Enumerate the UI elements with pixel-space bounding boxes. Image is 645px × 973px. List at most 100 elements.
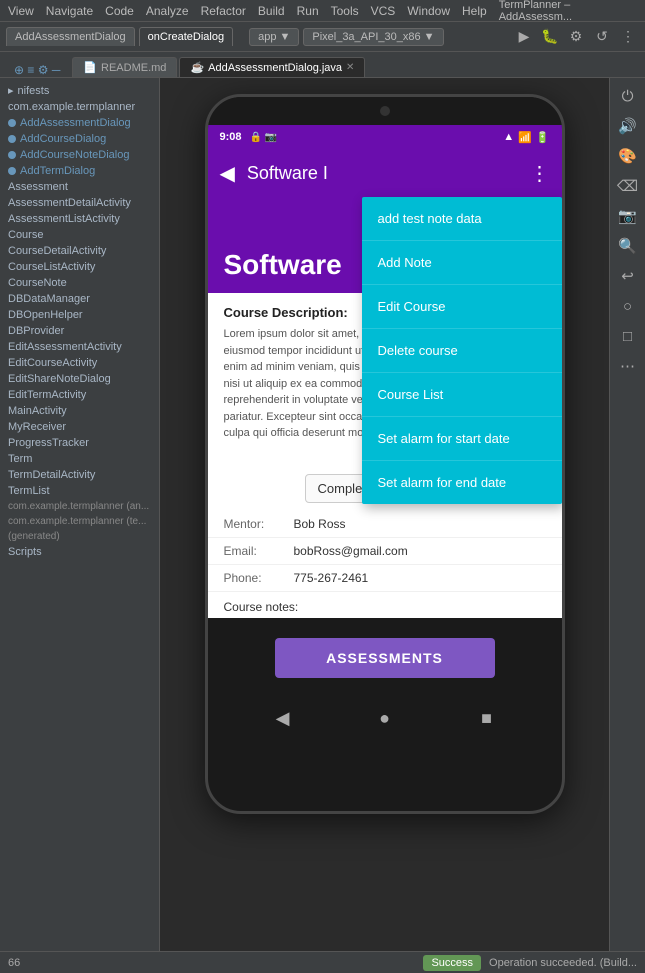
sidebar-item-add-course[interactable]: AddCourseDialog [0,131,159,147]
menu-item-alarm-end[interactable]: Set alarm for end date [362,461,562,504]
volume-button[interactable]: 🔊 [614,112,642,140]
ide-title: TermPlanner – AddAssessm... [499,0,637,23]
sidebar-item-add-assessment[interactable]: AddAssessmentDialog [0,115,159,131]
menu-item-add-note[interactable]: Add Note [362,241,562,285]
menu-build[interactable]: Build [258,4,285,18]
phone-notch [208,97,562,125]
sidebar-item-edit-term[interactable]: EditTermActivity [0,387,159,403]
sidebar-item-scripts[interactable]: Scripts [0,544,159,560]
more-run-btn[interactable]: ⋮ [617,26,639,48]
status-icons: 🔒 📷 [250,132,278,143]
sidebar-item-course-list[interactable]: CourseListActivity [0,259,159,275]
sidebar-item-course-detail[interactable]: CourseDetailActivity [0,243,159,259]
menu-tools[interactable]: Tools [331,4,359,18]
sidebar-item-my-receiver[interactable]: MyReceiver [0,419,159,435]
screenshot-button[interactable]: 📷 [614,202,642,230]
sidebar-item-db-open[interactable]: DBOpenHelper [0,307,159,323]
class-dot-icon [8,119,16,127]
mentor-row: Mentor: Bob Ross [208,511,562,538]
square-button[interactable]: □ [614,322,642,350]
sidebar-item-course-note[interactable]: CourseNote [0,275,159,291]
class-dot-icon [8,135,16,143]
sidebar-item-term-list[interactable]: TermList [0,483,159,499]
menu-view[interactable]: View [8,4,34,18]
close-icon[interactable]: ✕ [346,62,354,73]
sidebar-item-assessment-list[interactable]: AssessmentListActivity [0,211,159,227]
phone-mockup: 9:08 🔒 📷 ▲ 📶 🔋 ◀ Software I ⋮ add test n… [205,94,565,814]
device-dropdown[interactable]: Pixel_3a_API_30_x86 ▼ [303,28,443,46]
ide-toolbar: AddAssessmentDialog onCreateDialog app ▼… [0,22,645,52]
sidebar-item-db-data[interactable]: DBDataManager [0,291,159,307]
run-button[interactable]: ▶ [513,26,535,48]
sidebar-item-assessment[interactable]: Assessment [0,179,159,195]
mentor-value: Bob Ross [294,517,346,531]
class-dot-icon [8,151,16,159]
rotate-left-button[interactable]: ↩ [614,262,642,290]
sidebar-item-edit-assessment[interactable]: EditAssessmentActivity [0,339,159,355]
debug-button[interactable]: 🐛 [539,26,561,48]
toolbar-tab-on-create[interactable]: onCreateDialog [139,27,233,46]
menu-run[interactable]: Run [297,4,319,18]
file-icon: 📄 [83,61,97,74]
menu-item-add-test-note[interactable]: add test note data [362,197,562,241]
sidebar-item-generated[interactable]: (generated) [0,529,159,544]
sidebar-item-manifests[interactable]: ▸ nifests [0,82,159,99]
sidebar-item-assessment-detail[interactable]: AssessmentDetailActivity [0,195,159,211]
build-button[interactable]: ⚙ [565,26,587,48]
menu-help[interactable]: Help [462,4,487,18]
nav-recent-button[interactable]: ■ [471,703,503,735]
menu-navigate[interactable]: Navigate [46,4,93,18]
phone-label: Phone: [224,571,294,585]
more-options-button[interactable]: ⋯ [614,352,642,380]
eraser-icon[interactable]: ⌫ [614,172,642,200]
sidebar-item-edit-share[interactable]: EditShareNoteDialog [0,371,159,387]
file-tab-readme[interactable]: 📄 README.md [72,57,177,77]
sidebar-item-add-term[interactable]: AddTermDialog [0,163,159,179]
power-button[interactable]: ⏻ [614,82,642,110]
file-tree-sidebar: ▸ nifests com.example.termplanner AddAss… [0,78,160,951]
toolbar-icons: ▶ 🐛 ⚙ ↺ ⋮ [513,26,639,48]
phone-navbar: ◀ ● ■ [208,698,562,740]
phone-value: 775-267-2461 [294,571,369,585]
sidebar-item-main-activity[interactable]: MainActivity [0,403,159,419]
sidebar-item-course[interactable]: Course [0,227,159,243]
main-area: ▸ nifests com.example.termplanner AddAss… [0,78,645,951]
toolbar-tab-add-assessment[interactable]: AddAssessmentDialog [6,27,135,46]
menu-item-course-list[interactable]: Course List [362,373,562,417]
status-bar: 9:08 🔒 📷 ▲ 📶 🔋 [208,125,562,149]
sidebar-item-progress-tracker[interactable]: ProgressTracker [0,435,159,451]
app-dropdown[interactable]: app ▼ [249,28,299,46]
menu-window[interactable]: Window [407,4,450,18]
circle-button[interactable]: ○ [614,292,642,320]
menu-vcs[interactable]: VCS [371,4,396,18]
sidebar-item-db-provider[interactable]: DBProvider [0,323,159,339]
sidebar-item-package-te[interactable]: com.example.termplanner (te... [0,514,159,529]
menu-item-alarm-start[interactable]: Set alarm for start date [362,417,562,461]
file-tabs-bar: ⊕ ≡ ⚙ ─ 📄 README.md ☕ AddAssessmentDialo… [0,52,645,78]
sidebar-item-term-detail[interactable]: TermDetailActivity [0,467,159,483]
menu-item-edit-course[interactable]: Edit Course [362,285,562,329]
zoom-in-button[interactable]: 🔍 [614,232,642,260]
assessments-button[interactable]: ASSESSMENTS [275,638,495,678]
more-button[interactable]: ⋮ [530,161,550,186]
camera-dot [380,106,390,116]
operation-text: Operation succeeded. (Build... [489,957,637,969]
nav-back-button[interactable]: ◀ [267,703,299,735]
brush-icon[interactable]: 🎨 [614,142,642,170]
ide-menubar: View Navigate Code Analyze Refactor Buil… [0,0,645,22]
sidebar-item-edit-course[interactable]: EditCourseActivity [0,355,159,371]
sidebar-item-package-an[interactable]: com.example.termplanner (an... [0,499,159,514]
back-button[interactable]: ◀ [220,161,235,186]
file-tab-add-assessment[interactable]: ☕ AddAssessmentDialog.java ✕ [179,57,365,77]
nav-home-button[interactable]: ● [369,703,401,735]
wifi-icon: ▲ [503,131,514,143]
sidebar-item-term[interactable]: Term [0,451,159,467]
menu-item-delete-course[interactable]: Delete course [362,329,562,373]
sync-button[interactable]: ↺ [591,26,613,48]
menu-refactor[interactable]: Refactor [201,4,246,18]
sidebar-item-package[interactable]: com.example.termplanner [0,99,159,115]
sidebar-item-add-course-note[interactable]: AddCourseNoteDialog [0,147,159,163]
menu-analyze[interactable]: Analyze [146,4,189,18]
menu-code[interactable]: Code [105,4,134,18]
right-sidebar: ⏻ 🔊 🎨 ⌫ 📷 🔍 ↩ ○ □ ⋯ [609,78,645,951]
